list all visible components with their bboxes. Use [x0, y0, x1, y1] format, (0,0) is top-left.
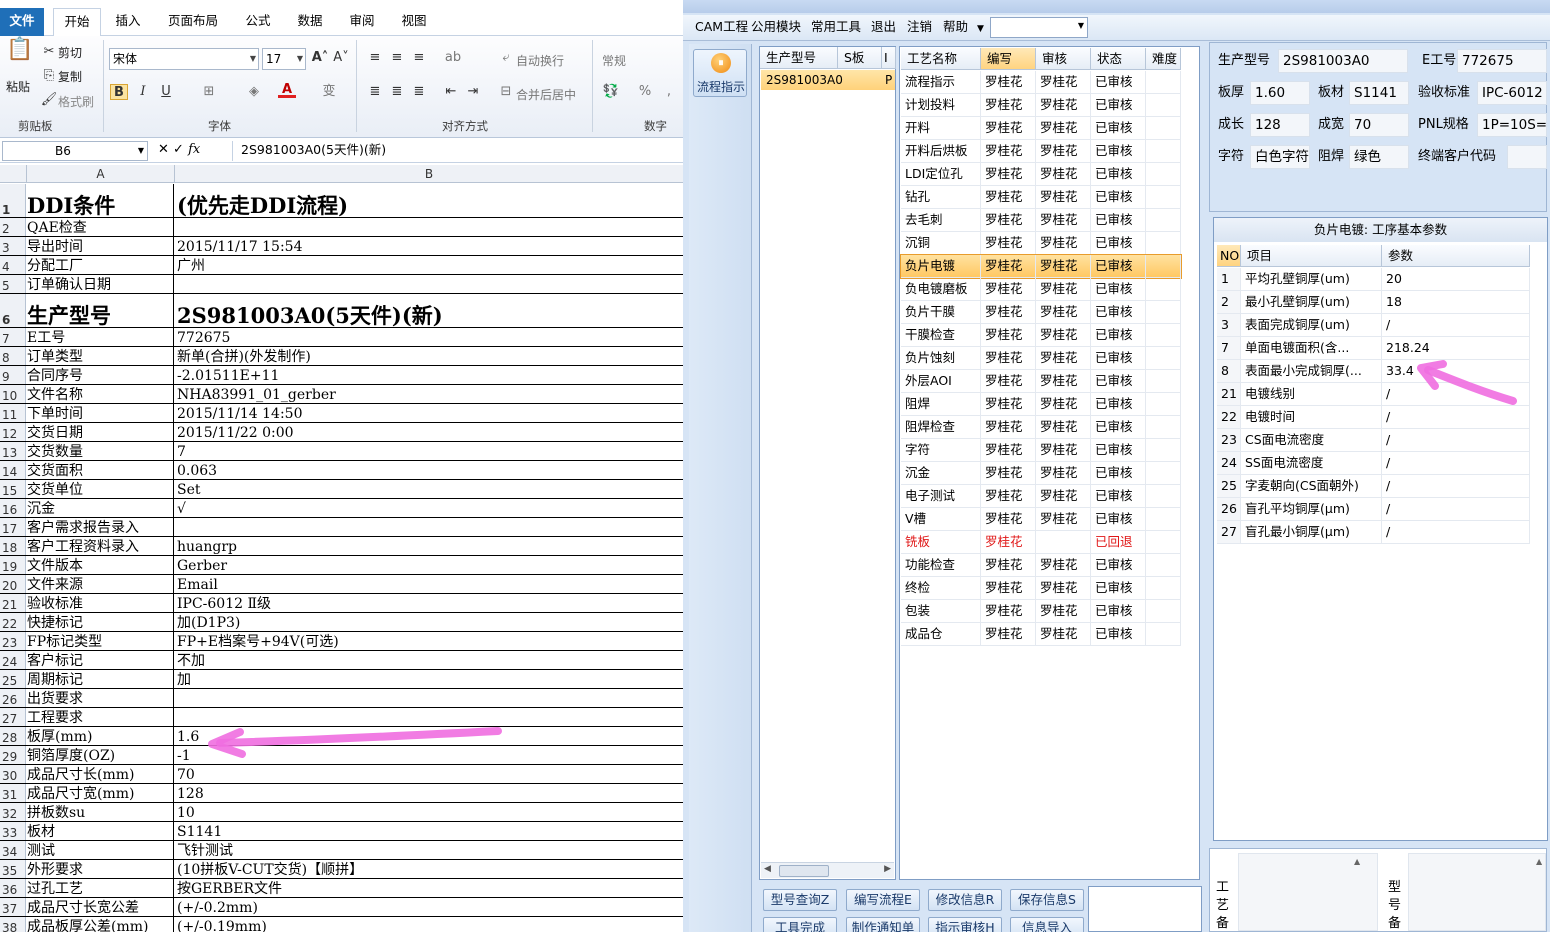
pink-arrow-shaft	[216, 727, 502, 747]
tool-complete-button[interactable]: 工具完成	[763, 917, 837, 932]
annotation-overlay	[208, 727, 502, 758]
save-info-button[interactable]: 保存信息S	[1010, 889, 1084, 911]
scroll-up-icon[interactable]: ▲	[1354, 857, 1360, 866]
model-query-button[interactable]: 型号查询Z	[763, 889, 837, 911]
pink-arrow-shaft	[1424, 366, 1517, 405]
edit-flow-button[interactable]: 编写流程E	[846, 889, 920, 911]
make-notice-button[interactable]: 制作通知单	[846, 917, 920, 932]
process-remark-label: 工艺备	[1216, 880, 1230, 931]
model-remark-field[interactable]	[1408, 853, 1546, 931]
memo-box[interactable]	[1088, 886, 1202, 932]
instruction-review-button[interactable]: 指示审核H	[928, 917, 1002, 932]
model-remark-label: 型号备	[1388, 880, 1402, 931]
info-import-button[interactable]: 信息导入	[1010, 917, 1084, 932]
excel-window: 文件 开始 插入 页面布局 公式 数据 审阅 视图 📋 粘贴 ✂ 剪切 ⎘ 复制…	[0, 0, 683, 932]
remarks-pane: 工艺备 ▲ 型号备 ▲	[1209, 848, 1547, 932]
modify-info-button[interactable]: 修改信息R	[928, 889, 1002, 911]
annotation-overlay	[1417, 360, 1517, 405]
scroll-up-icon[interactable]: ▲	[1536, 857, 1542, 866]
cam-app-window: CAM工程 公用模块 常用工具 退出 注销 帮助 ▼ ▼ ⏸ 流程指示 生产型号…	[683, 0, 1550, 932]
